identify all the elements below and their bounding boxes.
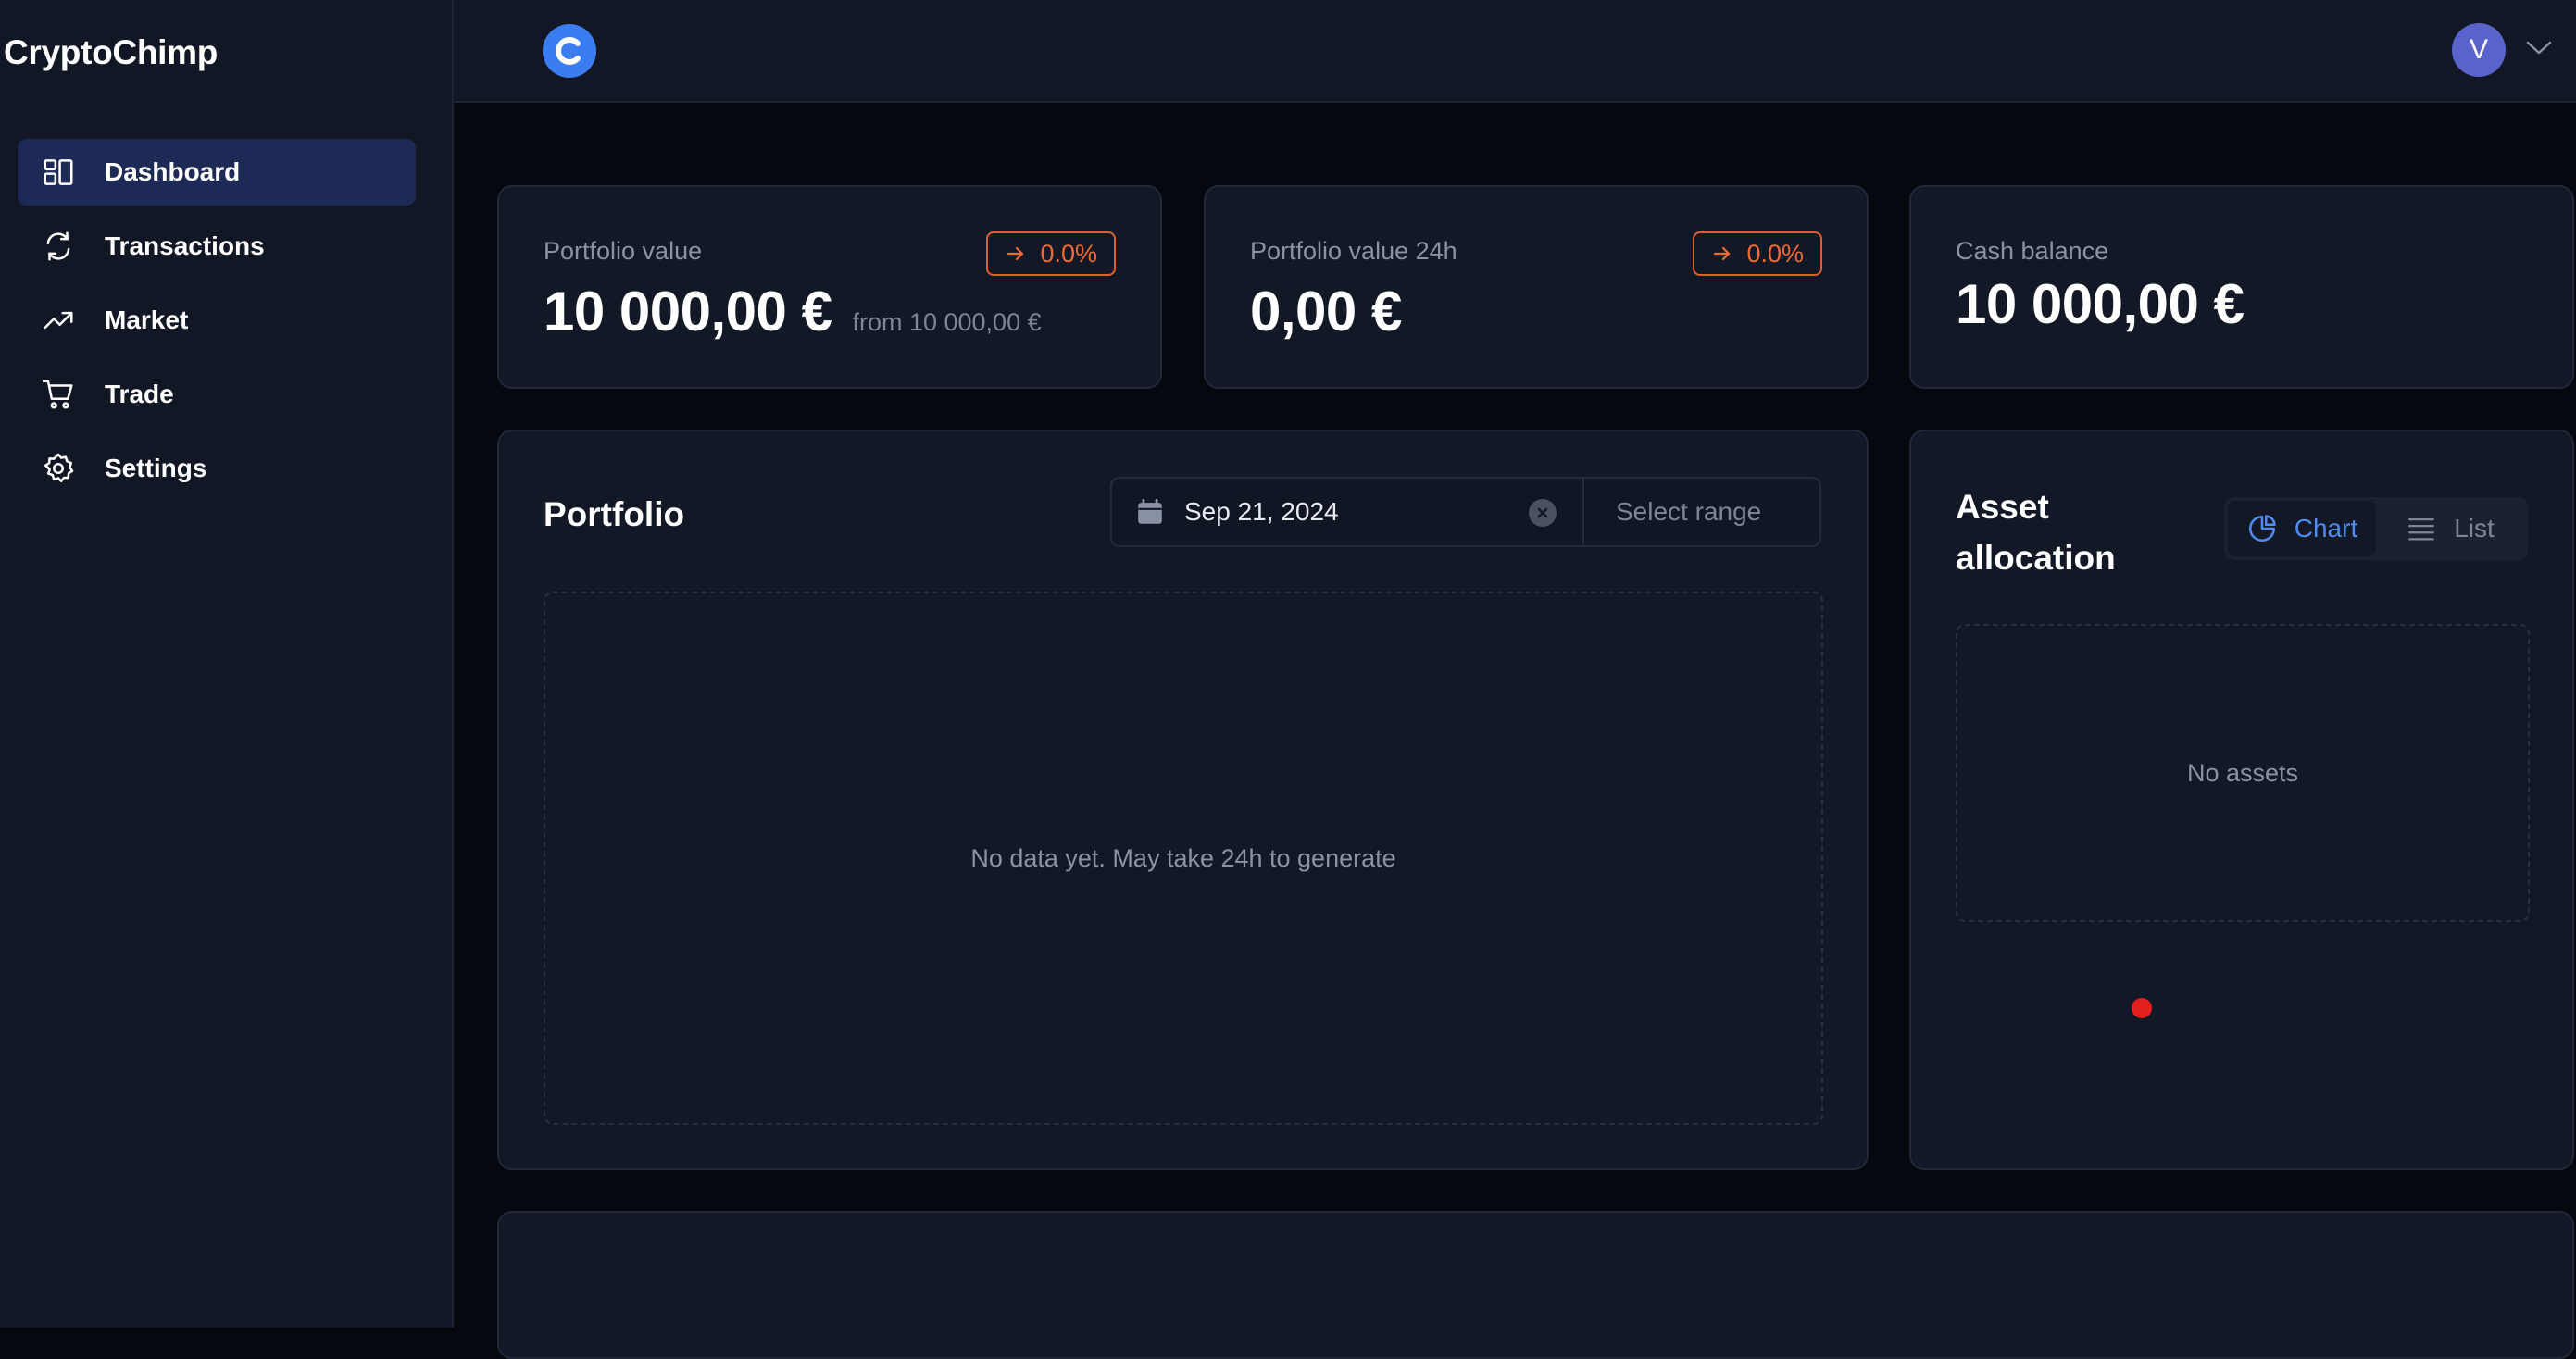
empty-message: No assets <box>2186 758 2299 787</box>
sidebar-item-settings[interactable]: Settings <box>18 435 416 502</box>
sidebar-item-label: Dashboard <box>105 157 241 186</box>
list-icon <box>2408 517 2435 541</box>
portfolio-value-from: from 10 000,00 € <box>852 308 1042 336</box>
sidebar-item-trade[interactable]: Trade <box>18 361 416 428</box>
chart-view-label: Chart <box>2294 514 2358 542</box>
title-line-1: Asset <box>1956 488 2049 526</box>
date-end-field[interactable]: Select range <box>1584 497 1761 527</box>
marker-dot <box>2132 998 2152 1018</box>
portfolio-24h-card: Portfolio value 24h 0.0% 0,00 € <box>1204 185 1869 389</box>
change-badge: 0.0% <box>986 231 1116 276</box>
portfolio-24h-amount: 0,00 € <box>1250 281 1402 343</box>
allocation-empty: No assets <box>1956 624 2530 922</box>
top-bar: V <box>454 0 2576 103</box>
date-start-field[interactable]: Sep 21, 2024 <box>1112 479 1584 545</box>
sidebar-item-market[interactable]: Market <box>18 287 416 354</box>
cart-icon <box>40 376 77 413</box>
change-value: 0.0% <box>1040 239 1097 268</box>
portfolio-card: Portfolio Sep 21, 2024 Select range No d… <box>497 430 1869 1170</box>
arrow-right-icon <box>1714 246 1731 261</box>
empty-message: No data yet. May take 24h to generate <box>970 843 1396 872</box>
portfolio-value-label: Portfolio value <box>544 237 703 265</box>
gear-icon <box>40 450 77 487</box>
portfolio-24h-label: Portfolio value 24h <box>1250 237 1457 265</box>
change-badge: 0.0% <box>1693 231 1822 276</box>
sidebar-nav: Dashboard Transactions Market Trade Sett… <box>18 139 416 509</box>
calendar-icon <box>1138 498 1162 524</box>
change-value: 0.0% <box>1746 239 1804 268</box>
clear-icon[interactable] <box>1529 499 1557 527</box>
cash-balance-card: Cash balance 10 000,00 € <box>1909 185 2574 389</box>
dashboard-icon <box>40 154 77 191</box>
list-view-button[interactable]: List <box>2376 501 2524 556</box>
trending-up-icon <box>40 302 77 339</box>
cash-balance-amount: 10 000,00 € <box>1956 273 2245 335</box>
sidebar-item-transactions[interactable]: Transactions <box>18 213 416 280</box>
portfolio-title: Portfolio <box>544 495 685 533</box>
view-toggle: Chart List <box>2224 497 2528 560</box>
bottom-card <box>497 1211 2574 1359</box>
pie-chart-icon <box>2248 515 2276 542</box>
chart-view-button[interactable]: Chart <box>2228 501 2376 556</box>
portfolio-value-card: Portfolio value 0.0% 10 000,00 € from 10 … <box>497 185 1162 389</box>
refresh-icon <box>40 228 77 265</box>
cash-balance-label: Cash balance <box>1956 237 2109 265</box>
portfolio-value-amount: 10 000,00 € from 10 000,00 € <box>544 280 1042 343</box>
asset-allocation-title: Asset allocation <box>1956 481 2116 583</box>
date-range-picker: Sep 21, 2024 Select range <box>1110 477 1821 547</box>
avatar[interactable]: V <box>2452 23 2506 77</box>
sidebar-item-dashboard[interactable]: Dashboard <box>18 139 416 206</box>
date-start-value: Sep 21, 2024 <box>1184 497 1339 526</box>
app-logo-icon[interactable] <box>543 24 596 78</box>
sidebar-item-label: Transactions <box>105 231 265 260</box>
sidebar-item-label: Trade <box>105 380 174 408</box>
title-line-2: allocation <box>1956 539 2116 577</box>
list-view-label: List <box>2454 514 2495 542</box>
sidebar-item-label: Market <box>105 305 189 334</box>
chevron-down-icon[interactable] <box>2524 37 2554 57</box>
brand-name[interactable]: CryptoChimp <box>4 33 218 72</box>
portfolio-chart-empty: No data yet. May take 24h to generate <box>544 592 1823 1125</box>
portfolio-value-number: 10 000,00 € <box>544 281 832 343</box>
sidebar-item-label: Settings <box>105 454 207 482</box>
arrow-right-icon <box>1007 246 1024 261</box>
sidebar: CryptoChimp Dashboard Transactions Marke… <box>0 0 454 1328</box>
asset-allocation-card: Asset allocation Chart List No assets <box>1909 430 2574 1170</box>
